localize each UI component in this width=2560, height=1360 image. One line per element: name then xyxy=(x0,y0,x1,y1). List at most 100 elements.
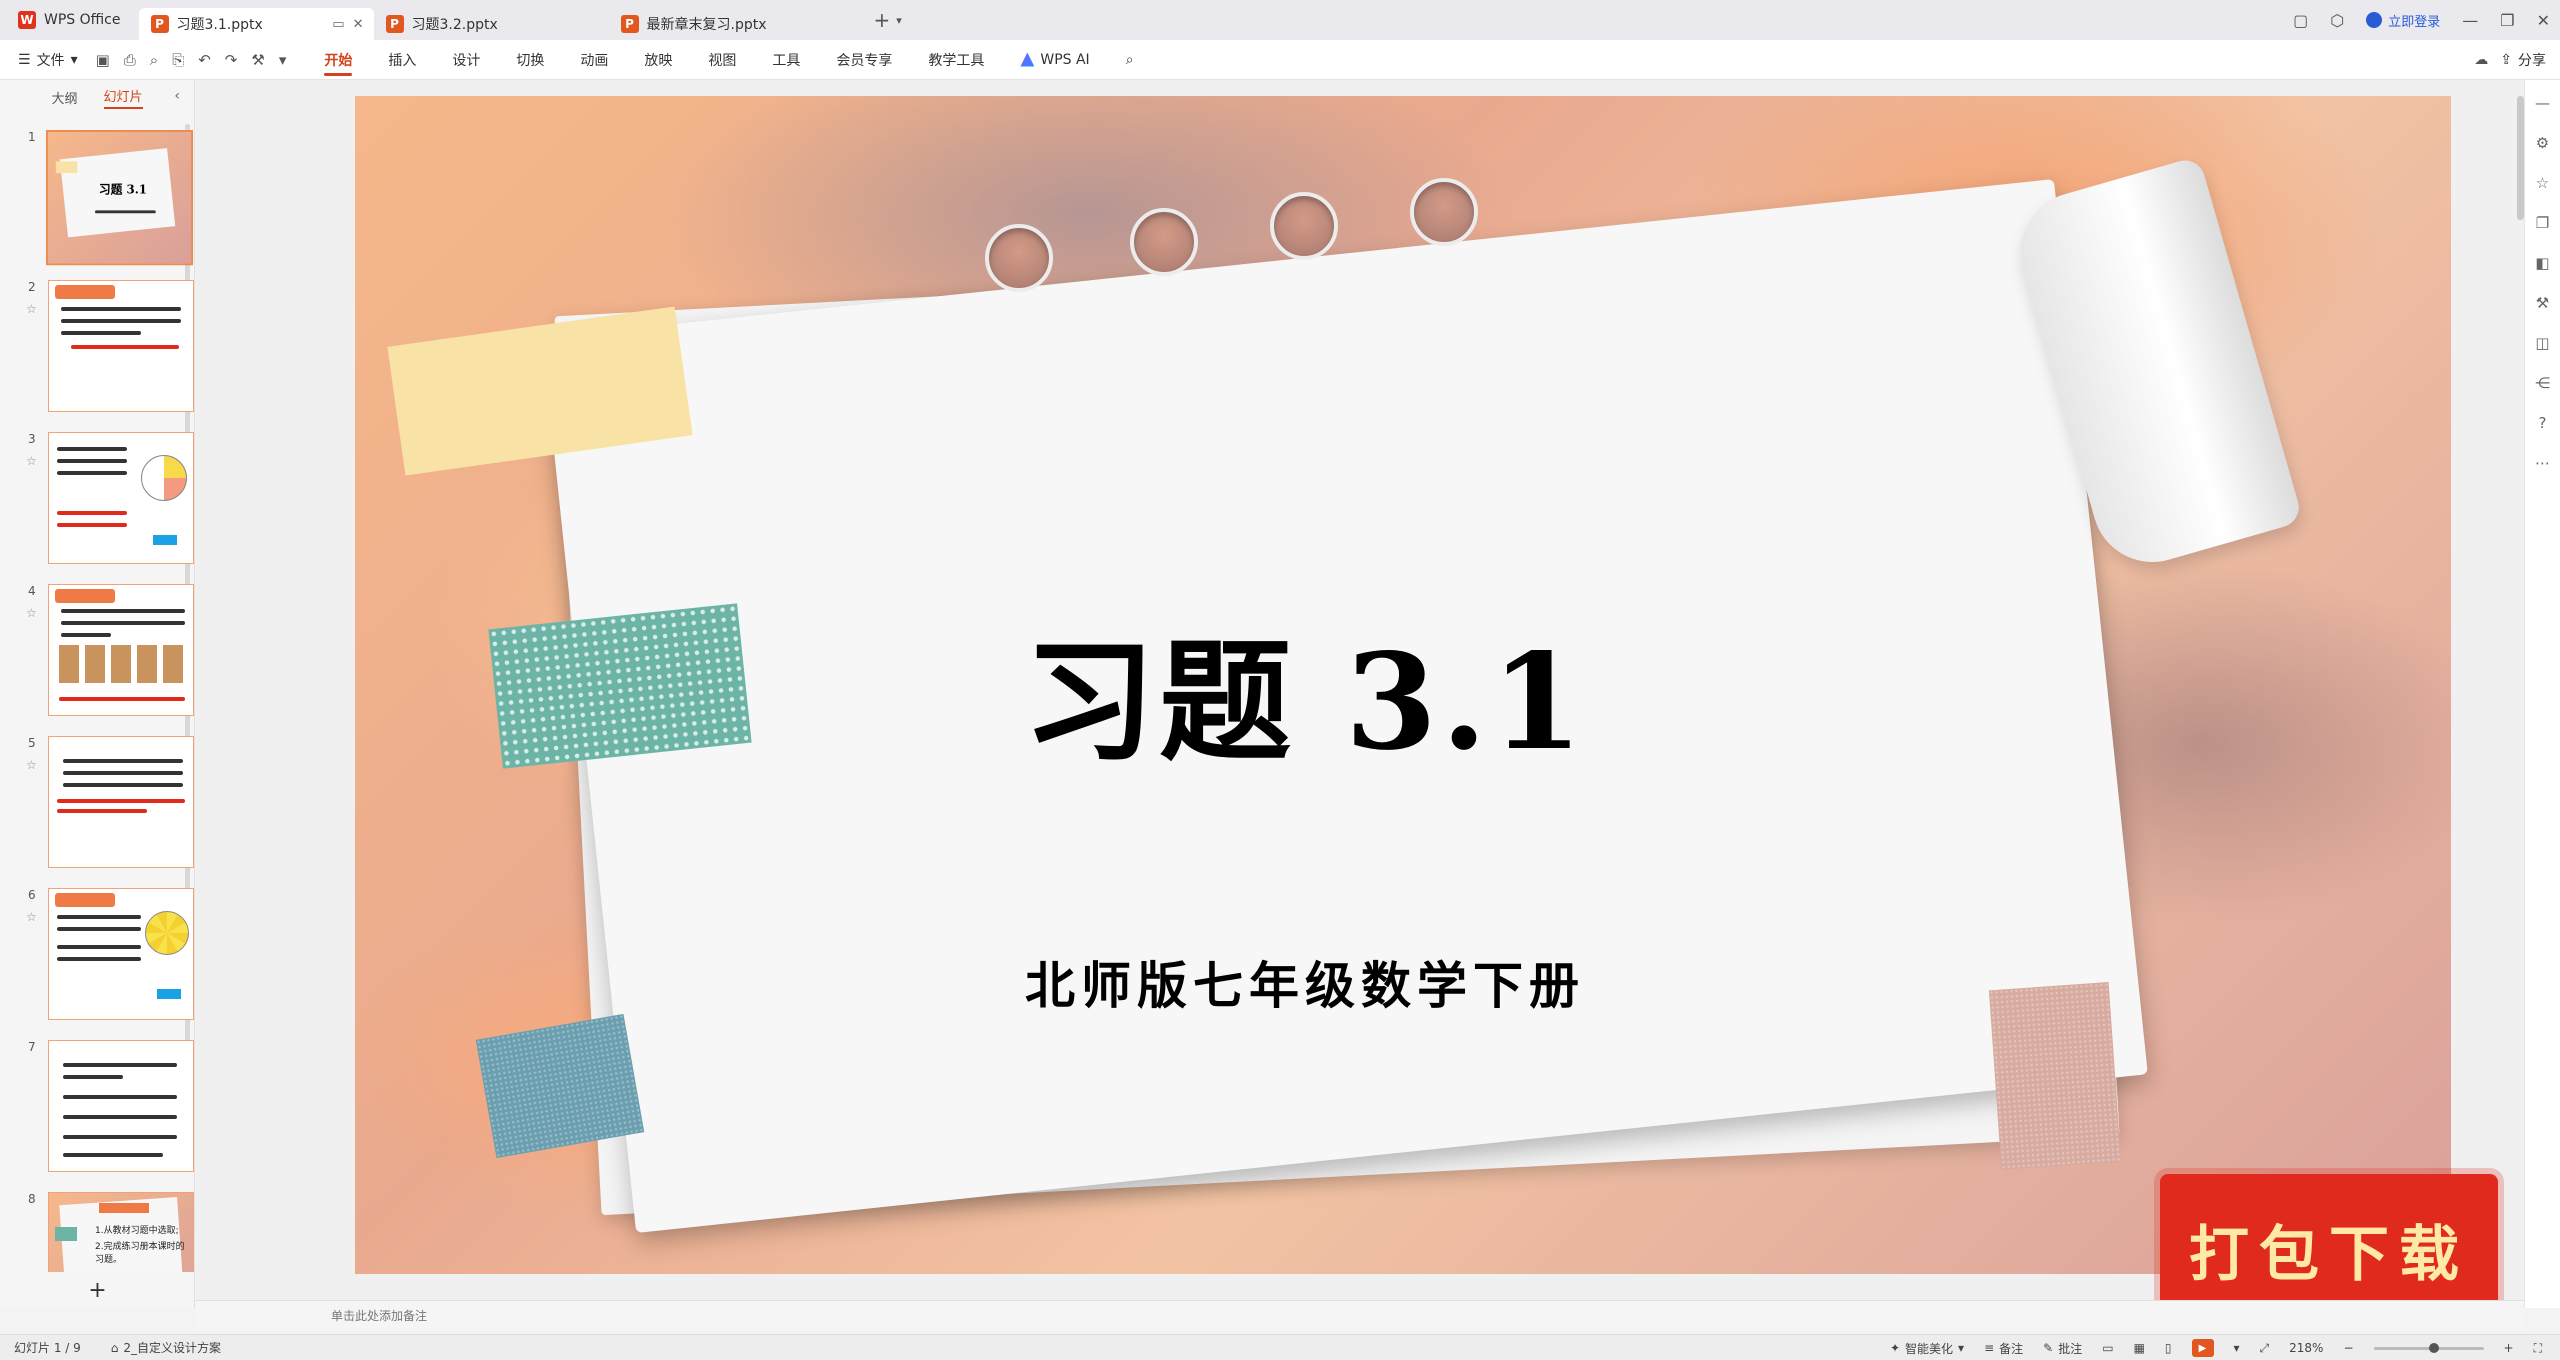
menu-tab-insert[interactable]: 插入 xyxy=(370,40,434,80)
format-painter-icon[interactable]: ⚒ xyxy=(251,51,264,69)
slide-thumbnail-7[interactable]: 7 xyxy=(0,1040,195,1180)
menu-tab-design[interactable]: 设计 xyxy=(434,40,498,80)
slide-thumbnail-8[interactable]: 8 1.从教材习题中选取; 2.完成练习册本课时的习题。 xyxy=(0,1192,195,1272)
wps-ai-icon xyxy=(1020,52,1035,67)
slide-thumbnail-6[interactable]: 6 ☆ xyxy=(0,888,195,1028)
zoom-slider[interactable] xyxy=(2373,1342,2484,1353)
star-icon[interactable]: ☆ xyxy=(26,758,37,772)
normal-view-icon[interactable]: ▭ xyxy=(2102,1341,2113,1355)
share-button[interactable]: ⇪ 分享 xyxy=(2500,50,2546,70)
help-icon[interactable]: ? xyxy=(2539,414,2547,432)
design-scheme-button[interactable]: ⌂ 2_自定义设计方案 xyxy=(111,1339,221,1356)
play-options-chevron-icon[interactable]: ▾ xyxy=(2234,1341,2240,1355)
login-button[interactable]: 立即登录 xyxy=(2366,11,2440,30)
login-label: 立即登录 xyxy=(2388,14,2441,30)
watermark-text: 打包下载 xyxy=(2189,1219,2469,1290)
reading-view-icon[interactable]: ▯ xyxy=(2165,1341,2172,1355)
cloud-sync-icon[interactable]: ☁ xyxy=(2474,52,2488,68)
cube-icon[interactable]: ⬡ xyxy=(2330,11,2344,30)
notes-area[interactable]: 单击此处添加备注 xyxy=(196,1300,2524,1330)
star-icon[interactable]: ☆ xyxy=(26,910,37,924)
search-icon[interactable]: ⌕ xyxy=(1108,40,1152,80)
punch-hole xyxy=(1270,192,1338,260)
tab-outline[interactable]: 大纲 xyxy=(51,88,77,107)
format-icon[interactable]: ◧ xyxy=(2535,254,2549,272)
star-icon[interactable]: ☆ xyxy=(26,606,37,620)
settings-sliders-icon[interactable]: ⚙ xyxy=(2536,134,2549,152)
zoom-out-icon[interactable]: − xyxy=(2343,1341,2353,1355)
chevron-down-icon[interactable]: ▾ xyxy=(896,14,902,27)
share-network-icon[interactable]: ⋲ xyxy=(2535,374,2550,392)
menu-tab-wps-ai[interactable]: WPS AI xyxy=(1002,40,1107,80)
menu-tab-animation[interactable]: 动画 xyxy=(562,40,626,80)
fit-window-icon[interactable]: ⤢ xyxy=(2260,1341,2270,1356)
tools-icon[interactable]: ⚒ xyxy=(2536,294,2549,312)
slide-thumbnail-4[interactable]: 4 ☆ xyxy=(0,584,195,724)
print-icon[interactable]: ⎘ xyxy=(172,51,184,69)
new-tab-plus-icon[interactable]: + xyxy=(874,8,891,32)
thumbnail-text-line xyxy=(57,915,141,919)
window-layout-icon[interactable]: ▢ xyxy=(2293,11,2308,30)
minus-icon[interactable]: — xyxy=(2535,94,2550,112)
save-icon[interactable]: ▣ xyxy=(96,51,110,69)
smart-beautify-button[interactable]: ✦ 智能美化 ▾ xyxy=(1890,1340,1964,1357)
slide-title[interactable]: 习题 3.1 xyxy=(755,596,1855,787)
slide-thumbnail-5[interactable]: 5 ☆ xyxy=(0,736,195,876)
file-menu-button[interactable]: ☰ 文件 ▾ xyxy=(0,50,96,70)
zoom-in-icon[interactable]: + xyxy=(2504,1341,2514,1355)
zoom-slider-knob[interactable] xyxy=(2428,1342,2439,1353)
redo-icon[interactable]: ↷ xyxy=(225,51,238,69)
thumbnail-line-2: 2.完成练习册本课时的习题。 xyxy=(95,1242,185,1265)
copy-icon[interactable]: ❐ xyxy=(2536,214,2549,232)
star-icon[interactable]: ☆ xyxy=(2536,174,2549,192)
close-icon[interactable]: ✕ xyxy=(353,17,364,32)
thumbnail-text-line xyxy=(57,471,127,475)
export-pdf-icon[interactable]: ⎙ xyxy=(124,51,136,69)
spinner-graphic xyxy=(145,911,189,955)
spinner-graphic xyxy=(141,455,187,501)
minimize-icon[interactable]: — xyxy=(2462,11,2478,30)
document-tab-2[interactable]: P 习题3.2.pptx xyxy=(374,8,609,40)
print-preview-icon[interactable]: ⌕ xyxy=(150,51,158,69)
menu-tab-view[interactable]: 视图 xyxy=(690,40,754,80)
book-icon[interactable]: ◫ xyxy=(2535,334,2549,352)
menu-tab-transition[interactable]: 切换 xyxy=(498,40,562,80)
slide-subtitle[interactable]: 北师版七年级数学下册 xyxy=(755,946,1855,1018)
comments-button[interactable]: ✎ 批注 xyxy=(2043,1340,2082,1357)
zoom-level[interactable]: 218% xyxy=(2289,1341,2323,1355)
slide-number: 2 xyxy=(28,280,36,294)
thumbnail-tape xyxy=(55,1227,77,1241)
undo-icon[interactable]: ↶ xyxy=(198,51,211,69)
editor-scrollbar[interactable] xyxy=(2517,96,2524,220)
thumbnail-text-line xyxy=(63,783,183,787)
document-tab-3[interactable]: P 最新章末复习.pptx xyxy=(609,8,844,40)
wps-home-tab[interactable]: W WPS Office xyxy=(0,0,139,40)
menu-tab-member[interactable]: 会员专享 xyxy=(818,40,910,80)
star-icon[interactable]: ☆ xyxy=(26,454,37,468)
window-close-icon[interactable]: ✕ xyxy=(2537,11,2550,30)
slide-sorter-icon[interactable]: ▦ xyxy=(2134,1341,2145,1355)
restore-icon[interactable]: ❐ xyxy=(2500,11,2514,30)
slide-number: 8 xyxy=(28,1192,36,1206)
document-tab-1[interactable]: P 习题3.1.pptx ▭ ✕ xyxy=(138,8,374,40)
tab-slides[interactable]: 幻灯片 xyxy=(103,86,143,109)
play-slideshow-icon[interactable]: ▶ xyxy=(2191,1339,2214,1357)
menu-tab-teaching-tools[interactable]: 教学工具 xyxy=(910,40,1002,80)
fullscreen-icon[interactable]: ⛶ xyxy=(2534,1341,2542,1356)
more-chevron-icon[interactable]: ▾ xyxy=(279,51,287,69)
menu-tab-home[interactable]: 开始 xyxy=(306,40,370,80)
menu-tab-tools[interactable]: 工具 xyxy=(754,40,818,80)
slide-thumbnail-3[interactable]: 3 ☆ xyxy=(0,432,195,572)
star-icon[interactable]: ☆ xyxy=(26,302,37,316)
slide-thumbnail-1[interactable]: 1 习题 3.1 xyxy=(0,130,195,270)
collapse-panel-icon[interactable]: ‹ xyxy=(174,88,180,104)
add-slide-button[interactable]: + xyxy=(0,1272,195,1308)
more-icon[interactable]: ⋯ xyxy=(2535,454,2550,472)
smart-beautify-label: 智能美化 xyxy=(1905,1341,1954,1356)
menu-tab-slideshow[interactable]: 放映 xyxy=(626,40,690,80)
monitor-icon[interactable]: ▭ xyxy=(332,17,344,32)
slide-thumbnail-2[interactable]: 2 ☆ xyxy=(0,280,195,420)
notes-toggle-button[interactable]: ≡ 备注 xyxy=(1984,1340,2023,1357)
thumbnail-answer-line xyxy=(57,523,127,527)
current-slide[interactable]: 习题 3.1 北师版七年级数学下册 xyxy=(355,96,2451,1274)
